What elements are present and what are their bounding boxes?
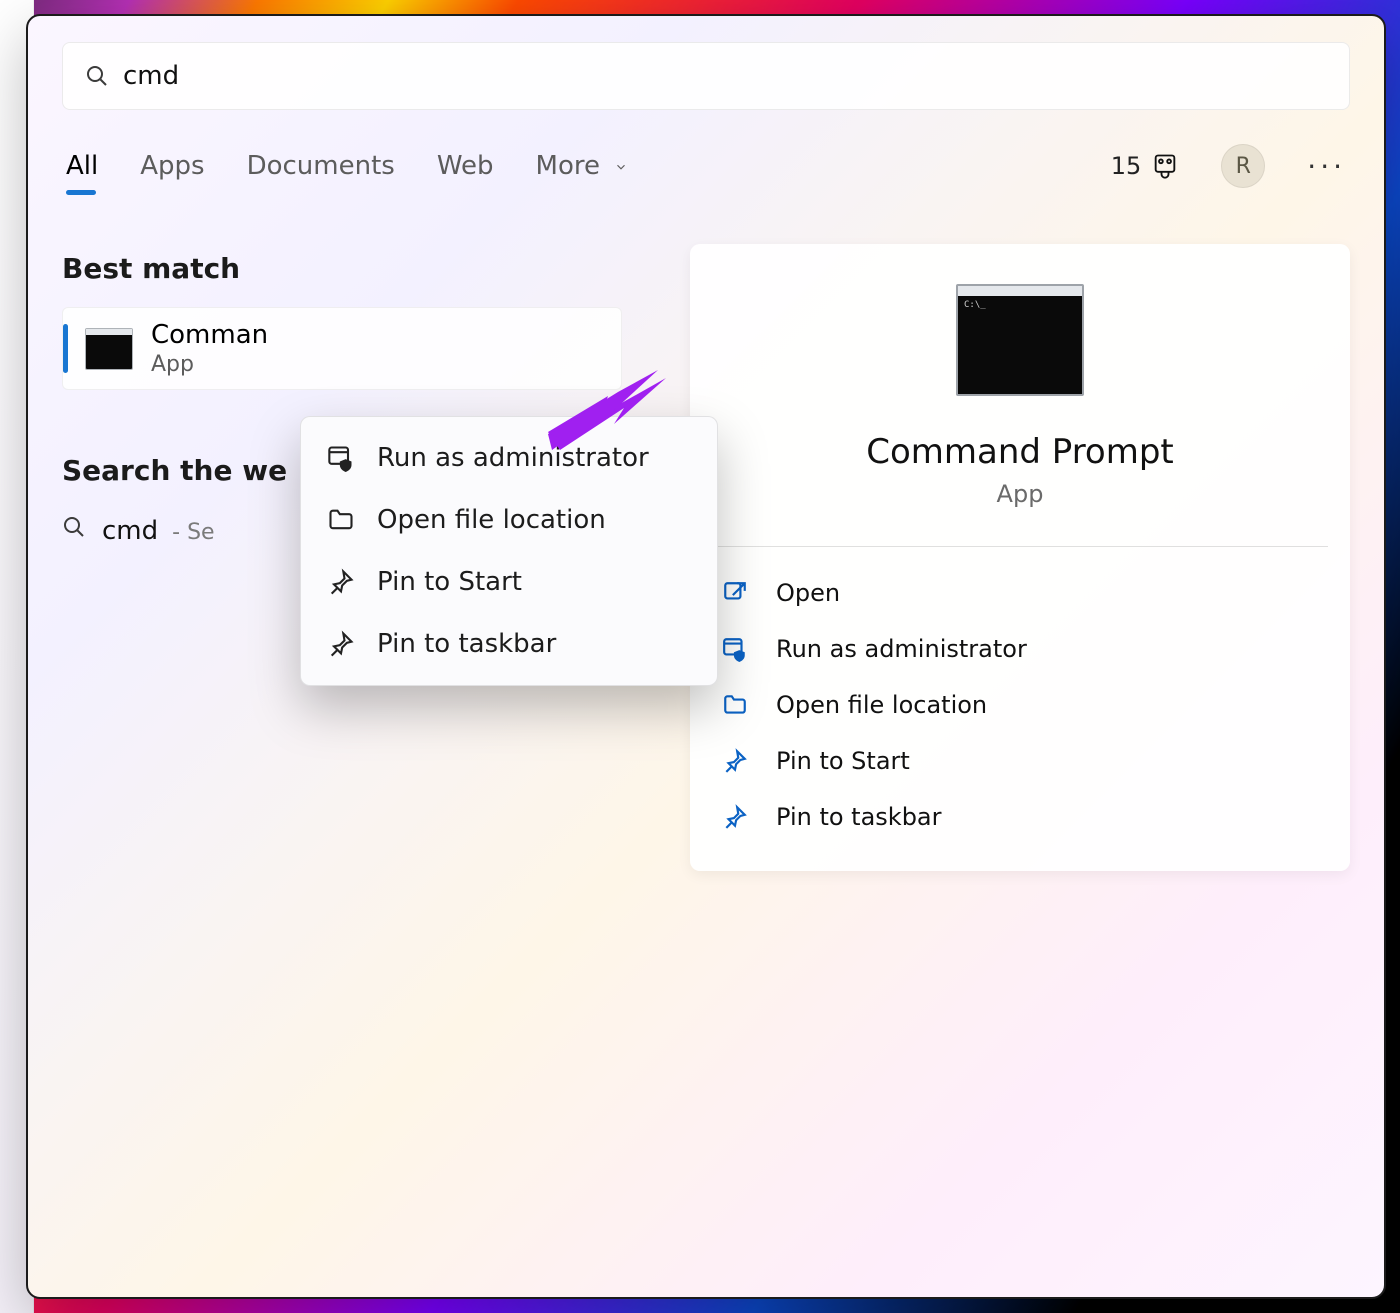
detail-action-label: Pin to Start: [776, 747, 910, 775]
detail-panel: Command Prompt App Open Run as administr…: [690, 244, 1350, 871]
account-avatar[interactable]: R: [1221, 144, 1265, 188]
search-input[interactable]: [123, 61, 1327, 91]
tab-apps[interactable]: Apps: [140, 151, 204, 181]
trophy-icon: [1151, 152, 1179, 180]
detail-action-label: Open file location: [776, 691, 987, 719]
filter-tabs: All Apps Documents Web More 15 R ···: [62, 144, 1350, 188]
tab-all[interactable]: All: [66, 151, 98, 181]
pin-icon: [327, 568, 355, 596]
result-command-prompt[interactable]: Comman App: [62, 307, 622, 390]
detail-action-label: Open: [776, 579, 840, 607]
tab-more-label: More: [536, 151, 600, 181]
command-prompt-icon: [956, 284, 1084, 396]
avatar-initial: R: [1236, 154, 1251, 179]
open-icon: [722, 580, 750, 606]
search-box[interactable]: [62, 42, 1350, 110]
context-item-label: Open file location: [377, 505, 606, 535]
result-subtitle: App: [151, 352, 268, 377]
web-term: cmd: [102, 516, 158, 546]
detail-action-open-location[interactable]: Open file location: [716, 677, 1324, 733]
result-title: Comman: [151, 320, 268, 350]
detail-action-label: Pin to taskbar: [776, 803, 942, 831]
rewards-button[interactable]: 15: [1111, 152, 1180, 180]
rewards-count: 15: [1111, 152, 1142, 180]
detail-action-run-admin[interactable]: Run as administrator: [716, 621, 1324, 677]
search-icon: [85, 64, 109, 88]
divider: [712, 546, 1328, 547]
detail-action-label: Run as administrator: [776, 635, 1027, 663]
pin-icon: [722, 748, 750, 774]
context-pin-taskbar[interactable]: Pin to taskbar: [301, 613, 717, 675]
context-menu: Run as administrator Open file location …: [300, 416, 718, 686]
detail-action-pin-taskbar[interactable]: Pin to taskbar: [716, 789, 1324, 845]
folder-icon: [327, 506, 355, 534]
context-item-label: Pin to Start: [377, 567, 522, 597]
command-prompt-icon: [85, 328, 133, 370]
detail-action-open[interactable]: Open: [716, 565, 1324, 621]
tab-more[interactable]: More: [536, 151, 629, 181]
chevron-down-icon: [614, 160, 628, 174]
tab-web[interactable]: Web: [437, 151, 494, 181]
more-options-button[interactable]: ···: [1307, 150, 1346, 183]
context-open-location[interactable]: Open file location: [301, 489, 717, 551]
pin-icon: [327, 630, 355, 658]
context-run-admin[interactable]: Run as administrator: [301, 427, 717, 489]
best-match-heading: Best match: [62, 252, 662, 285]
web-term-suffix: - Se: [172, 520, 214, 545]
detail-title: Command Prompt: [866, 432, 1174, 472]
search-icon: [62, 515, 88, 539]
start-search-panel: All Apps Documents Web More 15 R ···: [26, 14, 1386, 1299]
tab-documents[interactable]: Documents: [247, 151, 395, 181]
shield-window-icon: [327, 444, 355, 472]
folder-icon: [722, 692, 750, 718]
context-item-label: Pin to taskbar: [377, 629, 556, 659]
detail-subtitle: App: [997, 480, 1044, 508]
context-pin-start[interactable]: Pin to Start: [301, 551, 717, 613]
context-item-label: Run as administrator: [377, 443, 649, 473]
detail-action-pin-start[interactable]: Pin to Start: [716, 733, 1324, 789]
pin-icon: [722, 804, 750, 830]
shield-window-icon: [722, 636, 750, 662]
